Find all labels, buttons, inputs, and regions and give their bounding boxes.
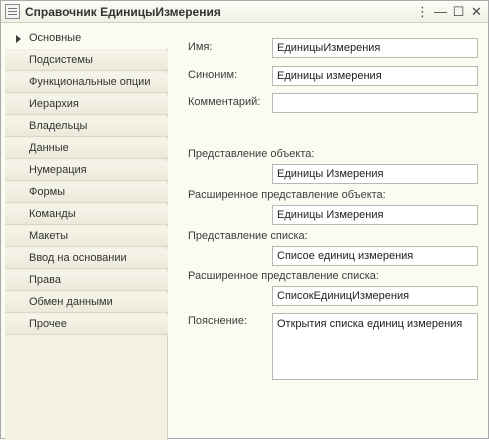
sidebar-item-data-exchange[interactable]: Обмен данными bbox=[5, 293, 168, 313]
sidebar-item-label: Функциональные опции bbox=[29, 76, 151, 88]
list-presentation-label: Представление списка: bbox=[188, 230, 308, 242]
sidebar-item-label: Формы bbox=[29, 186, 66, 198]
maximize-icon[interactable]: ☐ bbox=[450, 3, 467, 20]
arrow-right-icon bbox=[16, 35, 21, 43]
sidebar-item-label: Команды bbox=[29, 208, 76, 220]
sidebar-item-label: Владельцы bbox=[29, 120, 88, 132]
title-bar: Справочник ЕдиницыИзмерения ⋮ — ☐ ✕ bbox=[1, 1, 488, 23]
sidebar-item-commands[interactable]: Команды bbox=[5, 205, 168, 225]
ext-object-presentation-label: Расширенное представление объекта: bbox=[188, 189, 386, 201]
synonym-field[interactable]: Единицы измерения bbox=[272, 66, 478, 86]
sidebar-item-input-based-on[interactable]: Ввод на основании bbox=[5, 249, 168, 269]
sidebar-item-functional-options[interactable]: Функциональные опции bbox=[5, 73, 168, 93]
sidebar-item-label: Основные bbox=[29, 32, 82, 44]
window: Справочник ЕдиницыИзмерения ⋮ — ☐ ✕ Осно… bbox=[0, 0, 489, 440]
close-icon[interactable]: ✕ bbox=[468, 3, 485, 20]
name-field[interactable]: ЕдиницыИзмерения bbox=[272, 38, 478, 58]
sidebar-item-subsystems[interactable]: Подсистемы bbox=[5, 51, 168, 71]
comment-label: Комментарий: bbox=[188, 96, 261, 108]
sidebar-item-label: Прочее bbox=[29, 318, 67, 330]
sidebar-item-label: Макеты bbox=[29, 230, 69, 242]
comment-field[interactable] bbox=[272, 93, 478, 113]
synonym-label: Синоним: bbox=[188, 69, 238, 81]
sidebar-item-other[interactable]: Прочее bbox=[5, 315, 168, 335]
name-label: Имя: bbox=[188, 41, 213, 53]
more-menu-icon[interactable]: ⋮ bbox=[414, 3, 431, 20]
sidebar-item-numbering[interactable]: Нумерация bbox=[5, 161, 168, 181]
object-presentation-field[interactable]: Единицы Измерения bbox=[272, 164, 478, 184]
sidebar-item-label: Обмен данными bbox=[29, 296, 113, 308]
minimize-icon[interactable]: — bbox=[432, 3, 449, 20]
ext-object-presentation-field[interactable]: Единицы Измерения bbox=[272, 205, 478, 225]
ext-list-presentation-field[interactable]: СписокЕдиницИзмерения bbox=[272, 286, 478, 306]
window-title: Справочник ЕдиницыИзмерения bbox=[25, 5, 221, 19]
sidebar-item-hierarchy[interactable]: Иерархия bbox=[5, 95, 168, 115]
explanation-label: Пояснение: bbox=[188, 315, 248, 327]
list-presentation-field[interactable]: Списое единиц измерения bbox=[272, 246, 478, 266]
object-presentation-label: Представление объекта: bbox=[188, 148, 315, 160]
explanation-field[interactable]: Открытия списка единиц измерения bbox=[272, 313, 478, 380]
sidebar-item-owners[interactable]: Владельцы bbox=[5, 117, 168, 137]
sidebar-item-forms[interactable]: Формы bbox=[5, 183, 168, 203]
sidebar-item-data[interactable]: Данные bbox=[5, 139, 168, 159]
sidebar-item-label: Ввод на основании bbox=[29, 252, 127, 264]
ext-list-presentation-label: Расширенное представление списка: bbox=[188, 270, 379, 282]
sidebar-item-templates[interactable]: Макеты bbox=[5, 227, 168, 247]
sidebar: Основные Подсистемы Функциональные опции… bbox=[5, 29, 169, 440]
sidebar-item-label: Права bbox=[29, 274, 61, 286]
sidebar-item-rights[interactable]: Права bbox=[5, 271, 168, 291]
sidebar-item-main[interactable]: Основные bbox=[5, 29, 169, 49]
form-icon bbox=[5, 4, 20, 19]
sidebar-item-label: Данные bbox=[29, 142, 69, 154]
sidebar-item-label: Иерархия bbox=[29, 98, 79, 110]
sidebar-item-label: Подсистемы bbox=[29, 54, 93, 66]
sidebar-item-label: Нумерация bbox=[29, 164, 87, 176]
